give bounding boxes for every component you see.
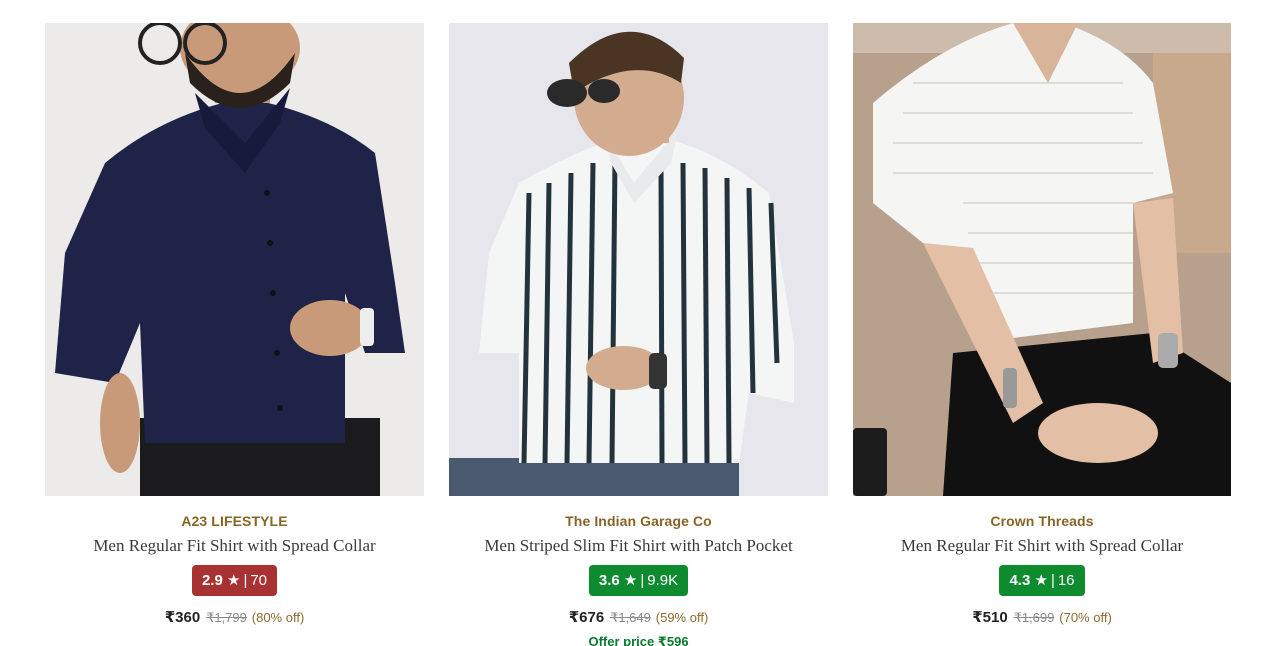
product-grid: A23 LIFESTYLE Men Regular Fit Shirt with… [45,23,1231,646]
rating-value: 4.3 [1009,572,1031,589]
product-title[interactable]: Men Striped Slim Fit Shirt with Patch Po… [449,536,828,556]
original-price: ₹1,649 [610,610,651,625]
discount-label: (59% off) [655,610,709,625]
rating-separator: | [1050,572,1055,589]
rating-count: 9.9K [647,572,679,589]
price-row: ₹510 ₹1,699 (70% off) [853,608,1231,626]
rating-badge: 4.3 ★ | 16 [999,565,1085,596]
sale-price: ₹676 [568,609,605,626]
rating-separator: | [243,572,248,589]
product-brand: Crown Threads [990,513,1094,529]
product-card[interactable]: Crown Threads Men Regular Fit Shirt with… [853,23,1231,646]
rating-separator: | [640,572,645,589]
sale-price: ₹510 [972,609,1008,626]
product-brand: The Indian Garage Co [565,513,712,529]
price-row: ₹360 ₹1,799 (80% off) [45,608,424,626]
price-row: ₹676 ₹1,649 (59% off) [449,608,828,626]
product-title[interactable]: Men Regular Fit Shirt with Spread Collar [45,536,424,556]
rating-count: 16 [1057,572,1075,589]
rating-badge: 3.6 ★ | 9.9K [588,565,689,596]
product-card[interactable]: A23 LIFESTYLE Men Regular Fit Shirt with… [45,23,424,646]
discount-label: (80% off) [251,610,305,625]
rating-value: 2.9 [201,572,223,589]
original-price: ₹1,699 [1013,610,1055,625]
sale-price: ₹360 [164,609,201,626]
product-brand: A23 LIFESTYLE [181,513,288,529]
rating-count: 70 [250,572,268,589]
star-icon: ★ [1034,572,1048,589]
rating-value: 3.6 [598,572,620,589]
discount-label: (70% off) [1059,610,1112,625]
product-card[interactable]: The Indian Garage Co Men Striped Slim Fi… [449,23,828,646]
offer-price: Offer price ₹596 [588,634,689,646]
product-image[interactable] [449,23,828,496]
product-image[interactable] [853,23,1231,496]
star-icon: ★ [623,572,638,589]
star-icon: ★ [226,572,241,589]
product-title[interactable]: Men Regular Fit Shirt with Spread Collar [853,536,1231,556]
product-image[interactable] [45,23,424,496]
rating-badge: 2.9 ★ | 70 [191,565,278,596]
original-price: ₹1,799 [206,610,247,625]
